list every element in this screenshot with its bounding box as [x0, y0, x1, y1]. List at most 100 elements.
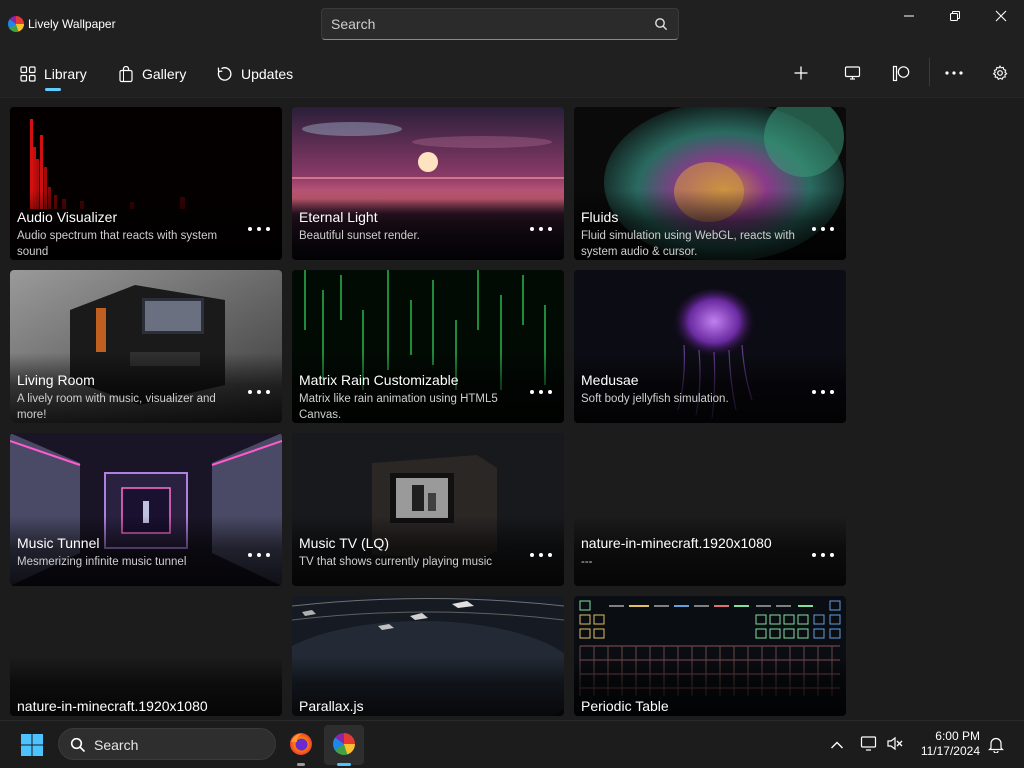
wallpaper-description: A lively room with music, visualizer and…	[17, 393, 216, 421]
wallpaper-description: TV that shows currently playing music	[299, 556, 493, 568]
taskbar-clock[interactable]: 6:00 PM 11/17/2024	[921, 729, 980, 759]
wallpaper-more-button[interactable]	[530, 384, 552, 400]
patreon-icon	[892, 65, 910, 81]
wallpaper-title: Music TV (LQ)	[299, 535, 389, 551]
wallpaper-card[interactable]: Periodic Table	[574, 596, 846, 716]
wallpaper-description: Mesmerizing infinite music tunnel	[17, 556, 187, 568]
close-icon	[995, 10, 1007, 22]
wallpaper-title: Audio Visualizer	[17, 209, 118, 225]
app-running-indicator	[297, 763, 305, 766]
wallpaper-more-button[interactable]	[248, 547, 270, 563]
wallpaper-description: Matrix like rain animation using HTML5 C…	[299, 393, 498, 421]
settings-button[interactable]	[985, 58, 1015, 88]
app-title: Lively Wallpaper	[28, 17, 116, 31]
clock-date: 11/17/2024	[920, 744, 980, 758]
plus-icon	[794, 66, 808, 80]
wallpaper-card[interactable]: Medusae Soft body jellyfish simulation.	[574, 270, 846, 423]
wallpaper-more-button[interactable]	[530, 547, 552, 563]
wallpaper-more-button[interactable]	[812, 221, 834, 237]
wallpaper-title: Periodic Table	[581, 698, 669, 714]
refresh-icon	[217, 66, 232, 81]
tab-library-label: Library	[44, 66, 87, 82]
wallpaper-card[interactable]: nature-in-minecraft.1920x1080 ---	[574, 433, 846, 586]
wallpaper-more-button[interactable]	[248, 384, 270, 400]
wallpaper-card[interactable]: Living Room A lively room with music, vi…	[10, 270, 282, 423]
wallpaper-title: Music Tunnel	[17, 535, 100, 551]
nav-bar: Library Gallery Updates	[0, 48, 1024, 98]
wallpaper-title: nature-in-minecraft.1920x1080	[17, 698, 208, 714]
firefox-icon	[290, 733, 312, 755]
more-options-button[interactable]	[939, 58, 969, 88]
taskbar-search-label: Search	[94, 737, 139, 753]
taskbar-app-lively-wallpaper[interactable]	[324, 725, 364, 765]
volume-tray-button[interactable]	[886, 735, 904, 757]
wallpaper-description: ---	[581, 556, 593, 568]
app-logo-icon	[8, 16, 24, 32]
search-input[interactable]	[322, 9, 642, 39]
tab-library[interactable]: Library	[20, 62, 87, 86]
search-box[interactable]	[321, 8, 679, 40]
chevron-up-icon	[831, 741, 843, 749]
wallpaper-title: Matrix Rain Customizable	[299, 372, 459, 388]
wallpaper-more-button[interactable]	[812, 547, 834, 563]
show-hidden-icons-button[interactable]	[830, 737, 844, 755]
monitor-icon	[844, 66, 860, 80]
wallpaper-title: nature-in-minecraft.1920x1080	[581, 535, 772, 551]
wallpaper-card[interactable]: nature-in-minecraft.1920x1080	[10, 596, 282, 716]
notification-button[interactable]	[988, 736, 1004, 758]
title-bar: Lively Wallpaper	[0, 0, 1024, 48]
restore-icon	[950, 11, 960, 21]
wallpaper-card[interactable]: Audio Visualizer Audio spectrum that rea…	[10, 107, 282, 260]
wallpaper-card[interactable]: Parallax.js	[292, 596, 564, 716]
screen-layout-button[interactable]	[837, 58, 867, 88]
tab-gallery-label: Gallery	[142, 66, 187, 82]
close-button[interactable]	[978, 0, 1024, 32]
taskbar-app-firefox[interactable]	[289, 732, 313, 761]
wallpaper-card[interactable]: Music Tunnel Mesmerizing infinite music …	[10, 433, 282, 586]
tab-gallery[interactable]: Gallery	[118, 62, 186, 86]
clock-time: 6:00 PM	[935, 729, 980, 743]
wallpaper-card[interactable]: Fluids Fluid simulation using WebGL, rea…	[574, 107, 846, 260]
wallpaper-card[interactable]: Eternal Light Beautiful sunset render.	[292, 107, 564, 260]
lively-wallpaper-icon	[333, 733, 355, 755]
wallpaper-description: Fluid simulation using WebGL, reacts wit…	[581, 230, 795, 258]
start-button[interactable]	[21, 734, 43, 761]
patreon-button[interactable]	[886, 58, 916, 88]
taskbar-search-box[interactable]: Search	[58, 728, 276, 760]
minimize-button[interactable]	[886, 0, 932, 32]
wallpaper-description: Audio spectrum that reacts with system s…	[17, 230, 218, 258]
search-icon	[70, 737, 86, 753]
volume-muted-icon	[887, 736, 903, 751]
wallpaper-description: Soft body jellyfish simulation.	[581, 393, 729, 405]
search-icon[interactable]	[654, 17, 668, 31]
wallpaper-card[interactable]: Matrix Rain Customizable Matrix like rai…	[292, 270, 564, 423]
wallpaper-title: Fluids	[581, 209, 619, 225]
minimize-icon	[904, 15, 914, 17]
windows-start-icon	[21, 734, 43, 756]
gear-icon	[992, 65, 1008, 81]
shopping-bag-icon	[119, 65, 133, 82]
display-tray-button[interactable]	[860, 735, 878, 757]
wallpaper-description: Beautiful sunset render.	[299, 230, 420, 242]
more-icon	[945, 71, 963, 75]
wallpaper-title: Parallax.js	[299, 698, 364, 714]
wallpaper-more-button[interactable]	[530, 221, 552, 237]
tab-updates[interactable]: Updates	[216, 62, 293, 86]
notification-bell-icon	[988, 737, 1004, 754]
wallpaper-title: Medusae	[581, 372, 639, 388]
grid-icon	[20, 66, 36, 82]
display-icon	[860, 736, 877, 751]
wallpaper-title: Eternal Light	[299, 209, 378, 225]
taskbar: Search 6:00 PM 11/17/2024	[0, 720, 1024, 768]
add-wallpaper-button[interactable]	[786, 58, 816, 88]
restore-button[interactable]	[932, 0, 978, 32]
wallpaper-grid: Audio Visualizer Audio spectrum that rea…	[0, 98, 1024, 716]
wallpaper-more-button[interactable]	[812, 384, 834, 400]
toolbar-separator	[929, 58, 930, 86]
wallpaper-title: Living Room	[17, 372, 95, 388]
wallpaper-more-button[interactable]	[248, 221, 270, 237]
tab-updates-label: Updates	[241, 66, 294, 82]
wallpaper-card[interactable]: Music TV (LQ) TV that shows currently pl…	[292, 433, 564, 586]
selected-tab-indicator	[45, 88, 61, 91]
app-active-indicator	[337, 763, 351, 766]
